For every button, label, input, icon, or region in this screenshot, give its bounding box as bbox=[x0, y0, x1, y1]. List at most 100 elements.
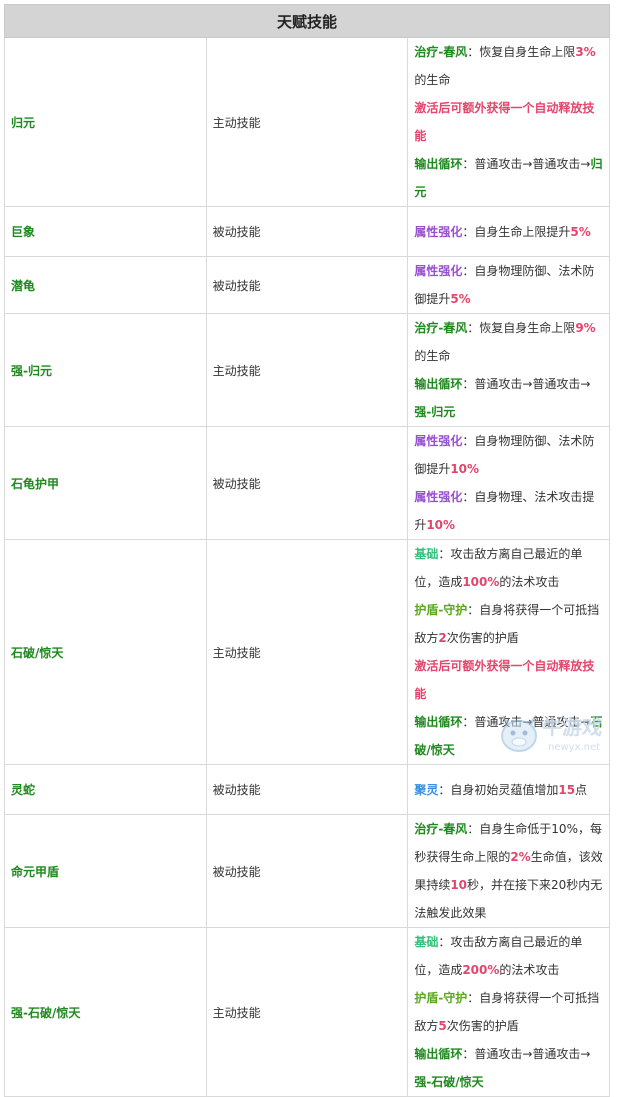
text-plain: 的生命 bbox=[414, 73, 451, 87]
skill-description: 属性强化：自身物理防御、法术防御提升10% 属性强化：自身物理、法术攻击提升10% bbox=[407, 426, 610, 540]
skill-type: 主动技能 bbox=[205, 539, 409, 765]
skill-name: 巨象 bbox=[4, 206, 207, 257]
text-attr: 属性强化 bbox=[414, 490, 463, 504]
text-plain: 次伤害的护盾 bbox=[446, 631, 519, 645]
text-shield: 护盾-守护 bbox=[414, 991, 468, 1005]
watermark-url: newyx.net bbox=[548, 742, 600, 753]
text-plain: 果持续 bbox=[414, 878, 451, 892]
skill-description: 基础：攻击敌方离自己最近的单位，造成200%的法术攻击 护盾-守护：自身将获得一个… bbox=[407, 927, 610, 1097]
description-line: 属性强化：自身物理防御、法术防御提升10% bbox=[414, 427, 603, 483]
text-plain: 的法术攻击 bbox=[499, 575, 560, 589]
text-num: 2% bbox=[510, 850, 531, 864]
skill-name: 石龟护甲 bbox=[4, 426, 207, 540]
description-line: 激活后可额外获得一个自动释放技能 bbox=[414, 652, 603, 708]
table-row: 石龟护甲 被动技能 属性强化：自身物理防御、法术防御提升10% 属性强化：自身物理、法… bbox=[4, 426, 610, 540]
skill-type: 被动技能 bbox=[205, 764, 409, 815]
text-num: 10% bbox=[426, 518, 456, 532]
text-num: 5% bbox=[570, 224, 591, 239]
text-plain: ：自身生命上限提升 bbox=[462, 224, 571, 239]
text-base: 基础 bbox=[414, 935, 439, 949]
description-line: 输出循环：普通攻击→普通攻击→ 强-归元 bbox=[414, 370, 603, 426]
skill-type: 被动技能 bbox=[205, 206, 409, 257]
table-row: 巨象 被动技能 属性强化：自身生命上限提升5% bbox=[4, 206, 610, 257]
talent-skill-table: 天赋技能 归元 主动技能 治疗-春风：恢复自身生命上限3%的生命 激活后可额外获得一个… bbox=[4, 4, 610, 1097]
text-plain: ：普通攻击→普通攻击→ bbox=[462, 157, 591, 171]
table-row: 潜龟 被动技能 属性强化：自身物理防御、法术防御提升5% bbox=[4, 256, 610, 314]
text-spirit: 聚灵 bbox=[414, 782, 439, 797]
text-plain: ：恢复自身生命上限 bbox=[467, 321, 576, 335]
skill-type: 被动技能 bbox=[205, 426, 409, 540]
skill-description: 治疗-春风：恢复自身生命上限9% 的生命输出循环：普通攻击→普通攻击→ 强-归元 bbox=[407, 313, 610, 427]
text-cycle: 输出循环 bbox=[414, 377, 463, 391]
skill-description: 治疗-春风：自身生命低于10%，每秒获得生命上限的2%生命值，该效 果持续10秒，… bbox=[407, 814, 610, 928]
text-plain: 次伤害的护盾 bbox=[446, 1019, 519, 1033]
description-line: 基础：攻击敌方离自己最近的单位，造成100%的法术攻击 bbox=[414, 540, 603, 596]
text-plain: ：普通攻击→普通攻击→ bbox=[462, 1047, 591, 1061]
text-plain: ：恢复自身生命上限 bbox=[467, 45, 576, 59]
text-num: 5 bbox=[438, 1019, 447, 1033]
skill-name: 归元 bbox=[4, 37, 207, 207]
text-num: 100% bbox=[462, 575, 500, 589]
text-shield: 护盾-守护 bbox=[414, 603, 468, 617]
text-cycle: 输出循环 bbox=[414, 157, 463, 171]
text-num: 15 bbox=[558, 782, 576, 797]
description-line: 激活后可额外获得一个自动释放技能 bbox=[414, 94, 603, 150]
text-attr: 属性强化 bbox=[414, 264, 463, 278]
skill-name: 灵蛇 bbox=[4, 764, 207, 815]
skill-type: 被动技能 bbox=[205, 814, 409, 928]
text-num: 2 bbox=[438, 631, 447, 645]
description-line: 属性强化：自身物理、法术攻击提升10% bbox=[414, 483, 603, 539]
text-plain: ：普通攻击→普通攻击→ bbox=[462, 377, 591, 391]
skill-type: 被动技能 bbox=[205, 256, 409, 314]
text-red: 激活后可额外获得一个自动释放技能 bbox=[414, 101, 595, 143]
text-plain: 点 bbox=[575, 782, 588, 797]
skill-name: 强-归元 bbox=[4, 313, 207, 427]
description-line: 治疗-春风：自身生命低于10%，每秒获得生命上限的2%生命值，该效 bbox=[414, 815, 603, 871]
description-line: 聚灵：自身初始灵蕴值增加15点 bbox=[414, 776, 603, 804]
text-num: 9% bbox=[575, 321, 596, 335]
text-attr: 属性强化 bbox=[414, 434, 463, 448]
watermark-text: 牛游戏 bbox=[542, 715, 602, 739]
text-base: 基础 bbox=[414, 547, 439, 561]
text-cycle: 强-归元 bbox=[414, 405, 456, 419]
text-cycle: 输出循环 bbox=[414, 715, 463, 729]
description-line: 输出循环：普通攻击→普通攻击→归元 bbox=[414, 150, 603, 206]
text-cycle: 输出循环 bbox=[414, 1047, 463, 1061]
description-line: 输出循环：普通攻击→普通攻击→ 强-石破/惊天 bbox=[414, 1040, 603, 1096]
description-line: 护盾-守护：自身将获得一个可抵挡敌方5次伤害的护盾 bbox=[414, 984, 603, 1040]
text-num: 10% bbox=[450, 462, 480, 476]
skill-type: 主动技能 bbox=[205, 313, 409, 427]
description-line: 治疗-春风：恢复自身生命上限3% 的生命 bbox=[414, 38, 603, 94]
skill-description: 聚灵：自身初始灵蕴值增加15点 bbox=[407, 764, 610, 815]
text-heal: 治疗-春风 bbox=[414, 321, 468, 335]
text-num: 3% bbox=[575, 45, 596, 59]
text-attr: 属性强化 bbox=[414, 224, 463, 239]
skill-name: 命元甲盾 bbox=[4, 814, 207, 928]
text-num: 5% bbox=[450, 292, 471, 306]
table-row: 归元 主动技能 治疗-春风：恢复自身生命上限3% 的生命 激活后可额外获得一个自动释放技… bbox=[4, 37, 610, 207]
watermark-logo: 牛游戏 newyx.net bbox=[501, 714, 602, 753]
skill-description: 属性强化：自身生命上限提升5% bbox=[407, 206, 610, 257]
table-row: 灵蛇 被动技能 聚灵：自身初始灵蕴值增加15点 bbox=[4, 764, 610, 815]
text-heal: 治疗-春风 bbox=[414, 822, 468, 836]
description-line: 果持续10秒，并在接下来20秒内无法触发此效果 bbox=[414, 871, 603, 927]
table-body: 归元 主动技能 治疗-春风：恢复自身生命上限3%的生命 激活后可额外获得一个自动释放技… bbox=[4, 37, 610, 1097]
description-line: 基础：攻击敌方离自己最近的单位，造成200%的法术攻击 bbox=[414, 928, 603, 984]
skill-name: 潜龟 bbox=[4, 256, 207, 314]
skill-type: 主动技能 bbox=[205, 37, 409, 207]
text-cycle: 强-石破/惊天 bbox=[414, 1075, 484, 1089]
text-num: 200% bbox=[462, 963, 500, 977]
skill-description: 治疗-春风：恢复自身生命上限3% 的生命 激活后可额外获得一个自动释放技能 输出循环：… bbox=[407, 37, 610, 207]
description-line: 护盾-守护：自身将获得一个可抵挡敌方2次伤害的护盾 bbox=[414, 596, 603, 652]
description-line: 属性强化：自身物理防御、法术防御提升5% bbox=[414, 257, 603, 313]
skill-type: 主动技能 bbox=[205, 927, 409, 1097]
text-plain: 的法术攻击 bbox=[499, 963, 560, 977]
table-row: 强-归元 主动技能 治疗-春风：恢复自身生命上限9% 的生命输出循环：普通攻击→普通攻… bbox=[4, 313, 610, 427]
text-num: 10 bbox=[450, 878, 468, 892]
table-row: 强-石破/惊天 主动技能 基础：攻击敌方离自己最近的单位，造成200%的法术攻击 护盾… bbox=[4, 927, 610, 1097]
text-plain: 的生命 bbox=[414, 349, 451, 363]
table-title: 天赋技能 bbox=[4, 4, 610, 38]
description-line: 属性强化：自身生命上限提升5% bbox=[414, 218, 603, 246]
description-line: 治疗-春风：恢复自身生命上限9% 的生命 bbox=[414, 314, 603, 370]
text-plain: 生命值，该效 bbox=[530, 850, 603, 864]
